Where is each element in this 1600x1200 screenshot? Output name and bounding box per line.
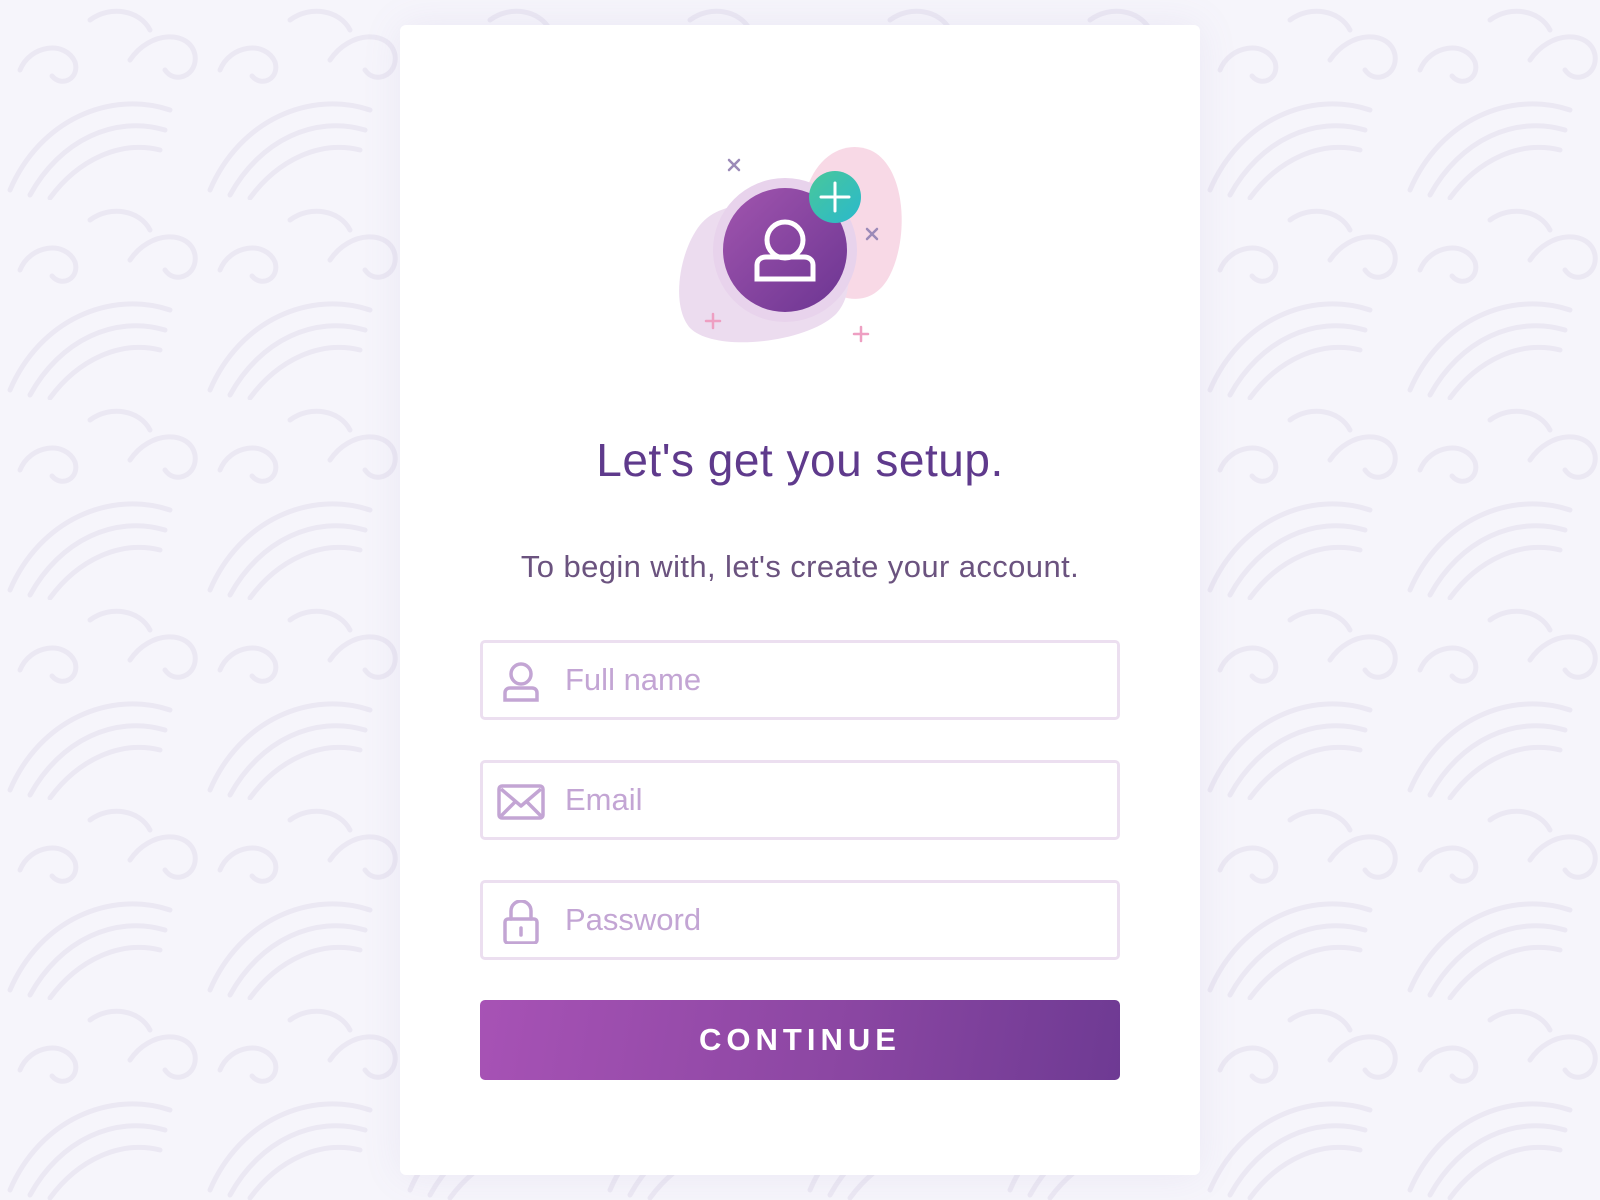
email-input[interactable] [565, 763, 1105, 837]
page-title: Let's get you setup. [596, 434, 1004, 486]
page-subtitle: To begin with, let's create your account… [520, 549, 1080, 584]
password-field[interactable] [480, 880, 1120, 960]
user-icon [503, 662, 539, 702]
full-name-input[interactable] [565, 643, 1105, 717]
envelope-icon [497, 784, 545, 820]
password-input[interactable] [565, 883, 1105, 957]
continue-button[interactable]: CONTINUE [480, 1000, 1120, 1080]
email-field[interactable] [480, 760, 1120, 840]
add-user-illustration [679, 147, 902, 343]
plus-badge-icon [809, 171, 861, 223]
lock-icon [503, 900, 539, 944]
full-name-field[interactable] [480, 640, 1120, 720]
signup-card: Let's get you setup. To begin with, let'… [400, 25, 1200, 1175]
